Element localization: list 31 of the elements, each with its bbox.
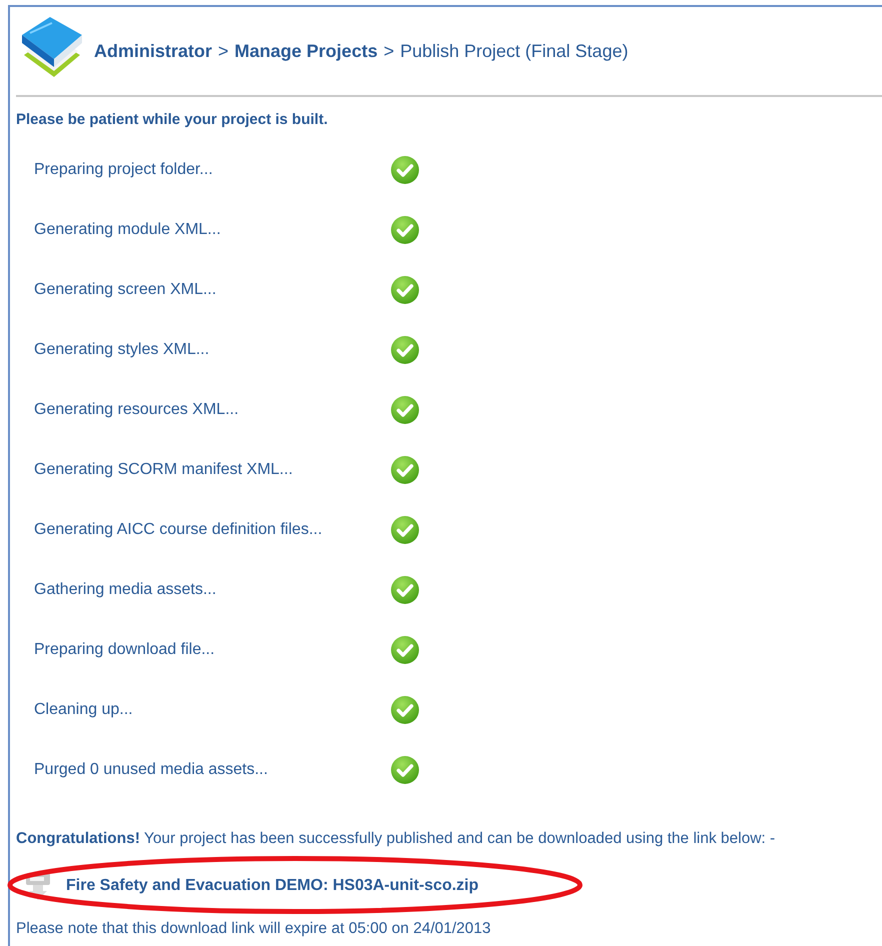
check-icon <box>390 695 420 725</box>
step-label: Generating screen XML... <box>34 281 218 299</box>
check-icon <box>390 395 420 425</box>
check-icon <box>390 155 420 185</box>
intro-text: Please be patient while your project is built. <box>16 111 329 128</box>
check-icon <box>390 335 420 365</box>
success-message: Congratulations! Your project has been successfully published and can be downloaded using the link below: - <box>16 830 776 848</box>
step-label: Gathering media assets... <box>34 581 218 599</box>
check-icon <box>390 515 420 545</box>
check-icon <box>390 275 420 305</box>
breadcrumb-separator: > <box>384 40 394 62</box>
breadcrumb-current: Publish Project (Final Stage) <box>400 40 628 62</box>
breadcrumb-link[interactable]: Manage Projects <box>234 40 378 62</box>
check-icon <box>390 635 420 665</box>
check-icon <box>390 575 420 605</box>
step-label: Generating resources XML... <box>34 401 240 419</box>
breadcrumb-separator: > <box>218 40 229 62</box>
step-label: Preparing download file... <box>34 641 216 659</box>
step-label: Generating module XML... <box>34 221 222 239</box>
check-icon <box>390 755 420 785</box>
step-label: Generating SCORM manifest XML... <box>34 461 294 479</box>
check-icon <box>390 455 420 485</box>
step-label: Generating styles XML... <box>34 341 210 359</box>
check-icon <box>390 215 420 245</box>
step-label: Generating AICC course definition files... <box>34 521 324 539</box>
expiry-note: Please note that this download link will expire at 05:00 on 24/01/2013 <box>16 920 492 938</box>
step-label: Cleaning up... <box>34 701 134 719</box>
download-icon <box>24 871 52 901</box>
breadcrumb-link[interactable]: Administrator <box>94 40 212 62</box>
step-label: Preparing project folder... <box>34 161 214 179</box>
step-label: Purged 0 unused media assets... <box>34 761 269 779</box>
